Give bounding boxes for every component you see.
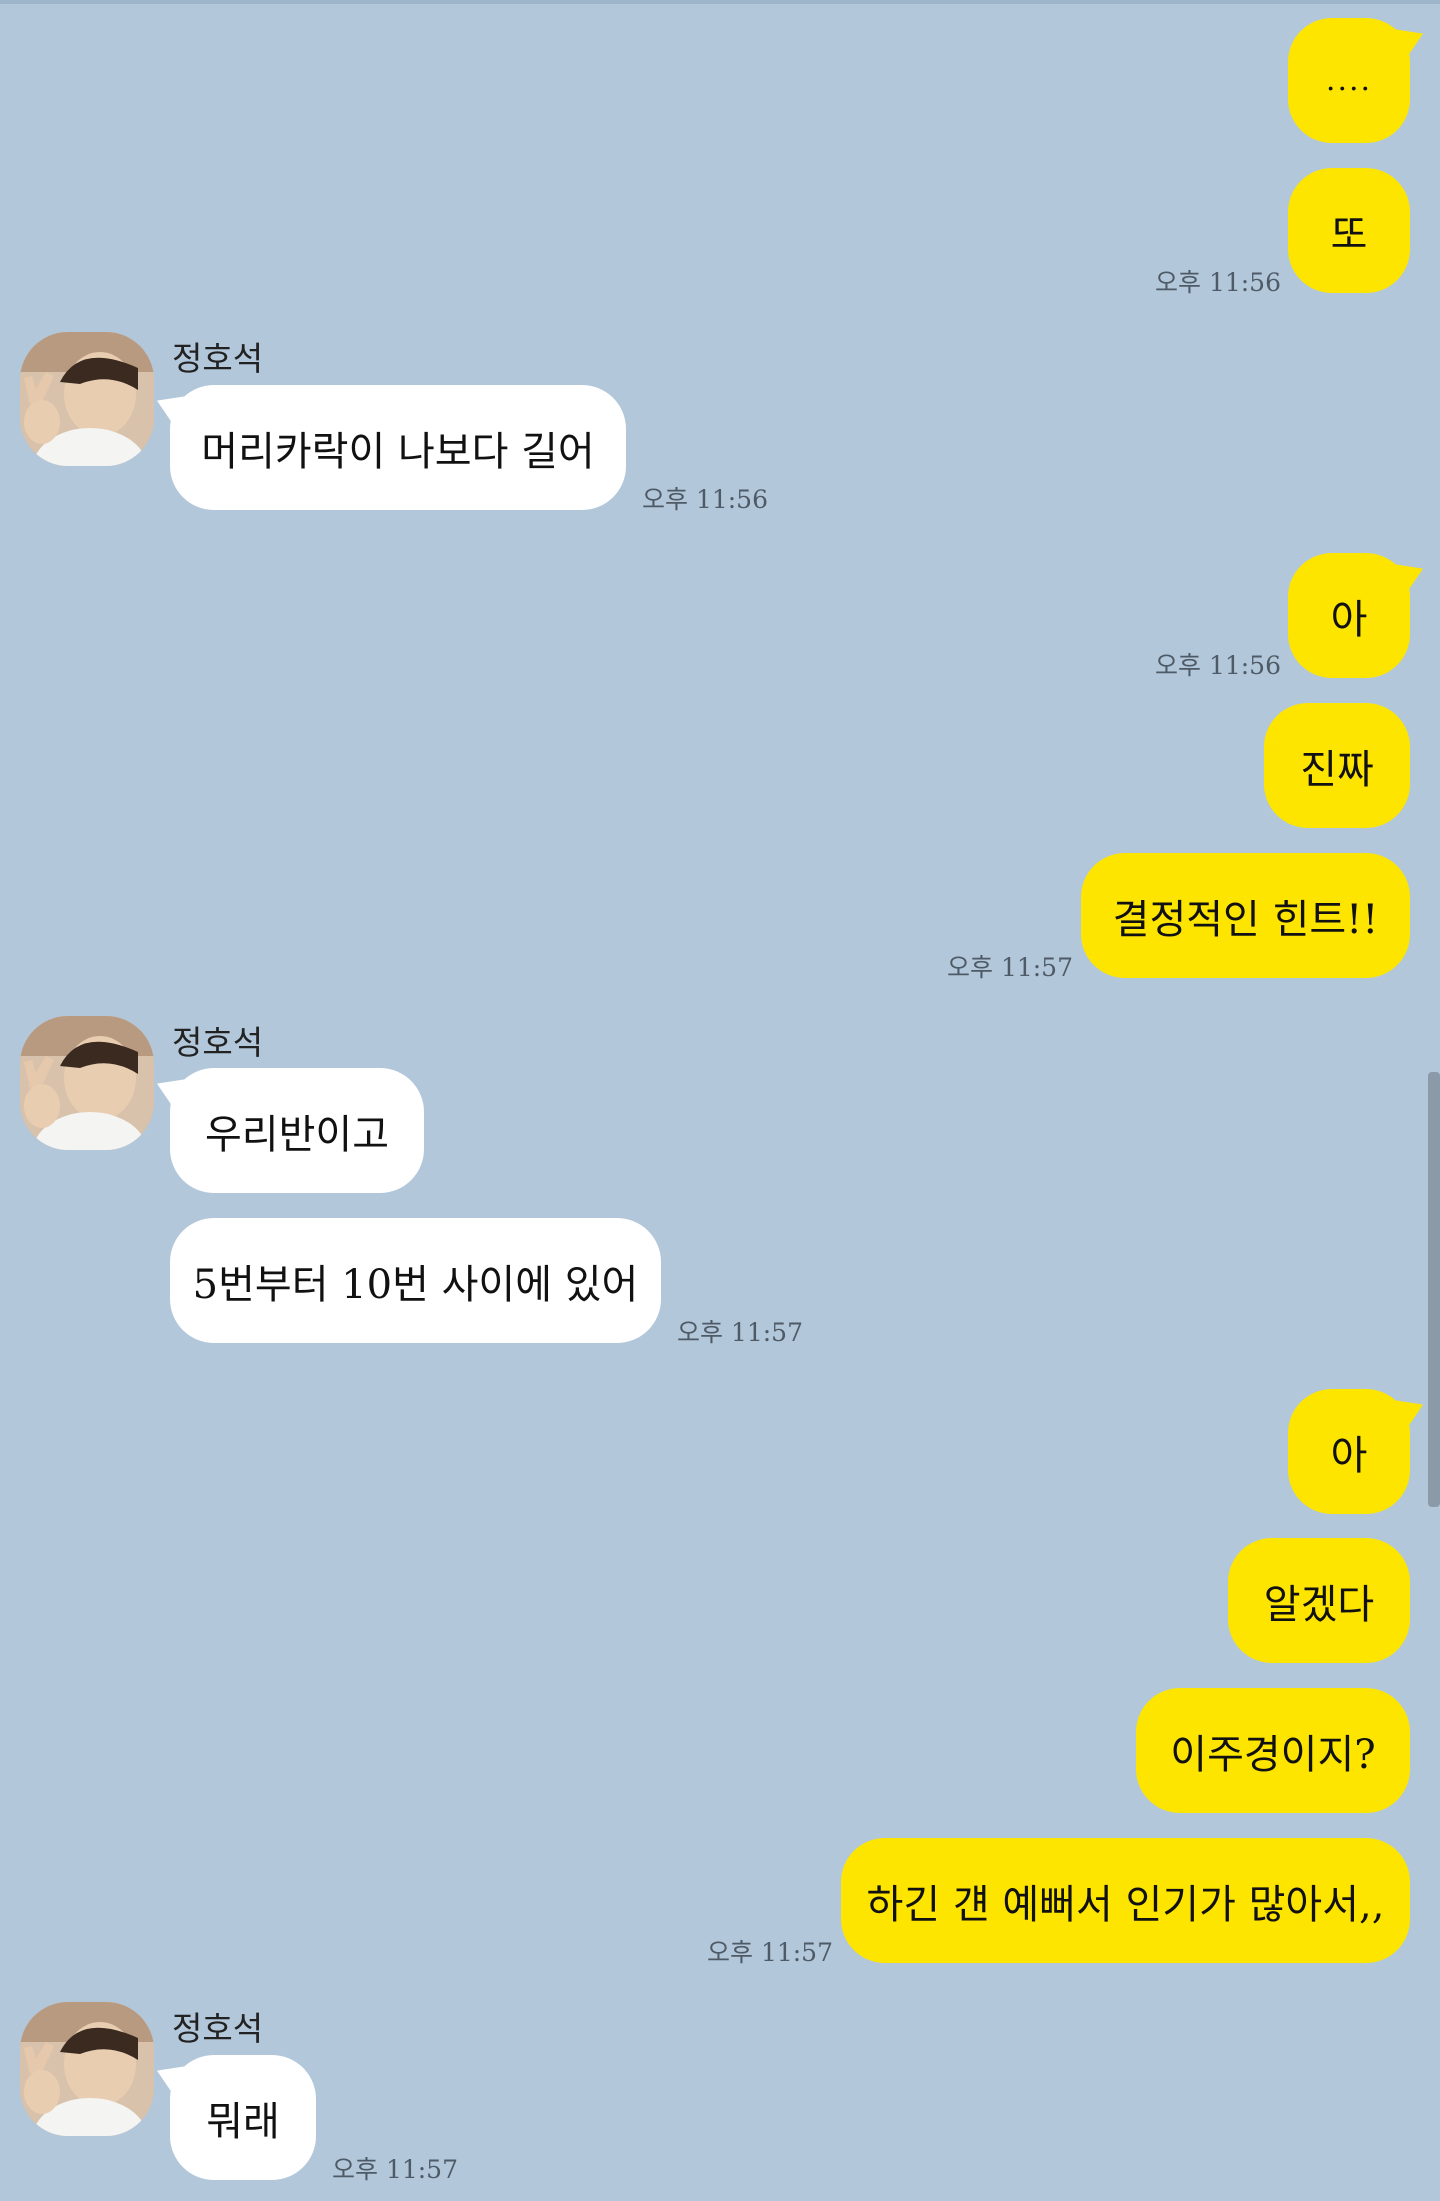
their-message-bubble[interactable]: 5번부터 10번 사이에 있어 <box>170 1218 661 1343</box>
timestamp: 오후 11:57 <box>707 1938 833 1967</box>
timestamp: 오후 11:56 <box>642 485 768 514</box>
message-text: .... <box>1325 63 1373 98</box>
message-text: 이주경이지? <box>1170 1731 1376 1778</box>
timestamp: 오후 11:56 <box>1155 268 1281 297</box>
scrollbar-thumb[interactable] <box>1428 1072 1440 1507</box>
my-message-bubble[interactable]: 진짜 <box>1264 703 1410 828</box>
message-text: 머리카락이 나보다 길어 <box>201 428 595 475</box>
my-message-bubble[interactable]: 아 <box>1288 550 1431 678</box>
timestamp: 오후 11:57 <box>947 953 1073 982</box>
message-text: 우리반이고 <box>205 1111 389 1158</box>
bubble-tail <box>149 1065 193 1113</box>
contact-name: 정호석 <box>172 1023 264 1062</box>
bubble-tail <box>1387 550 1431 598</box>
contact-name: 정호석 <box>172 339 264 378</box>
timestamp: 오후 11:57 <box>332 2155 458 2184</box>
my-message-bubble[interactable]: 또 <box>1288 168 1410 293</box>
my-message-bubble[interactable]: 결정적인 힌트!! <box>1081 853 1410 978</box>
message-text: 또 <box>1330 211 1368 258</box>
their-message-bubble[interactable]: 뭐래 <box>149 2052 316 2180</box>
my-message-bubble[interactable]: .... <box>1288 15 1431 143</box>
message-text: 알겠다 <box>1263 1581 1375 1628</box>
bubble-tail <box>149 2052 193 2100</box>
avatar-photo <box>20 332 154 466</box>
timestamp: 오후 11:57 <box>677 1318 803 1347</box>
contact-avatar[interactable] <box>20 332 154 466</box>
my-message-bubble[interactable]: 알겠다 <box>1228 1538 1410 1663</box>
their-message-bubble[interactable]: 우리반이고 <box>149 1065 424 1193</box>
their-message-bubble[interactable]: 머리카락이 나보다 길어 <box>149 382 626 510</box>
message-text: 진짜 <box>1300 746 1374 793</box>
avatar-photo <box>20 1016 154 1150</box>
timestamp: 오후 11:56 <box>1155 651 1281 680</box>
contact-name: 정호석 <box>172 2009 264 2048</box>
message-text: 결정적인 힌트!! <box>1112 896 1379 943</box>
my-message-bubble[interactable]: 이주경이지? <box>1136 1688 1410 1813</box>
contact-avatar[interactable] <box>20 2002 154 2136</box>
my-message-bubble[interactable]: 아 <box>1288 1386 1431 1514</box>
bubble-tail <box>1387 1386 1431 1434</box>
message-text: 아 <box>1330 1432 1368 1479</box>
message-text: 5번부터 10번 사이에 있어 <box>192 1261 639 1308</box>
contact-avatar[interactable] <box>20 1016 154 1150</box>
top-edge <box>0 0 1440 4</box>
bubble-tail <box>1387 15 1431 63</box>
message-text: 하긴 걘 예뻐서 인기가 많아서,, <box>866 1881 1385 1928</box>
message-text: 뭐래 <box>206 2098 280 2145</box>
bubble-tail <box>149 382 193 430</box>
my-message-bubble[interactable]: 하긴 걘 예뻐서 인기가 많아서,, <box>841 1838 1410 1963</box>
avatar-photo <box>20 2002 154 2136</box>
message-text: 아 <box>1330 596 1368 643</box>
